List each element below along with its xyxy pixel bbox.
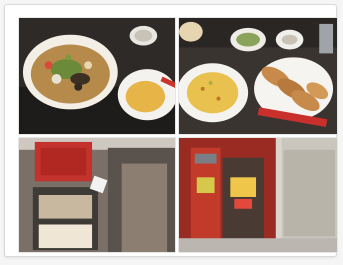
noodle-soup-photo-art xyxy=(19,18,175,134)
storefront-photo-art xyxy=(179,138,337,252)
restaurant-sign-photo-art xyxy=(19,138,175,252)
gallery-photo-storefront-hallway[interactable] xyxy=(178,137,338,253)
gallery-photo-noodle-soup[interactable] xyxy=(18,17,176,135)
gallery-photo-restaurant-sign[interactable] xyxy=(18,137,176,253)
fried-rice-photo-art xyxy=(179,18,337,134)
gallery-photo-fried-rice-gyoza[interactable] xyxy=(178,17,338,135)
